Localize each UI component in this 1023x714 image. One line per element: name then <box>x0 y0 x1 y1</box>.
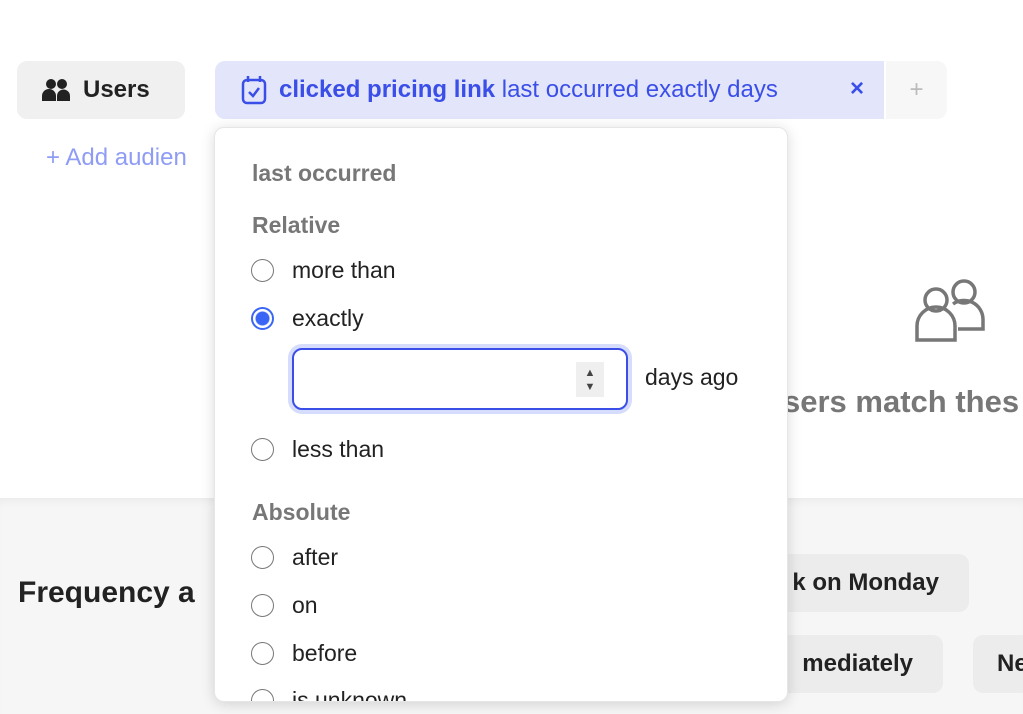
add-filter-button[interactable]: + <box>886 61 947 119</box>
radio-less-than[interactable]: less than <box>251 436 384 463</box>
radio-selected[interactable] <box>251 307 274 330</box>
relative-header: Relative <box>252 212 341 238</box>
radio[interactable] <box>251 642 274 665</box>
absolute-header: Absolute <box>252 499 351 525</box>
calendar-check-icon <box>241 76 267 105</box>
last-occurred-popover: last occurred Relative more than exactly… <box>214 127 788 702</box>
radio-label: more than <box>292 257 396 283</box>
radio-label: exactly <box>292 305 364 331</box>
close-icon[interactable]: × <box>850 75 864 103</box>
option-button[interactable]: Ne <box>973 635 1023 693</box>
radio-label: is unknown <box>292 687 408 702</box>
days-input[interactable]: ▲ ▼ <box>292 348 628 410</box>
radio-label: on <box>292 592 318 618</box>
radio[interactable] <box>251 594 274 617</box>
radio-more-than[interactable]: more than <box>251 257 396 284</box>
number-stepper[interactable]: ▲ ▼ <box>576 362 604 397</box>
radio[interactable] <box>251 546 274 569</box>
filter-chip[interactable]: clicked pricing link last occurred exact… <box>215 61 884 119</box>
users-icon <box>42 79 70 101</box>
days-ago-label: days ago <box>645 364 739 390</box>
add-audience-link[interactable]: + Add audien <box>46 144 187 172</box>
users-label: Users <box>83 76 150 103</box>
users-button[interactable]: Users <box>17 61 185 119</box>
radio-label: before <box>292 640 358 666</box>
radio[interactable] <box>251 689 274 701</box>
filter-condition: last occurred exactly days <box>501 76 778 103</box>
radio-after[interactable]: after <box>251 544 338 571</box>
radio-is-unknown[interactable]: is unknown <box>251 687 408 702</box>
radio-before[interactable]: before <box>251 640 357 667</box>
radio[interactable] <box>251 438 274 461</box>
users-outline-icon <box>915 279 985 342</box>
arrow-up-icon[interactable]: ▲ <box>585 366 596 380</box>
popover-title: last occurred <box>252 160 397 186</box>
radio-exactly[interactable]: exactly <box>251 305 364 332</box>
radio-label: after <box>292 544 339 570</box>
radio-on[interactable]: on <box>251 592 318 619</box>
radio-label: less than <box>292 436 385 462</box>
frequency-title: Frequency a <box>18 576 195 609</box>
arrow-down-icon[interactable]: ▼ <box>585 380 596 394</box>
filter-event: clicked pricing link <box>279 76 496 103</box>
radio[interactable] <box>251 259 274 282</box>
empty-state-text: sers match thes <box>783 384 1020 419</box>
